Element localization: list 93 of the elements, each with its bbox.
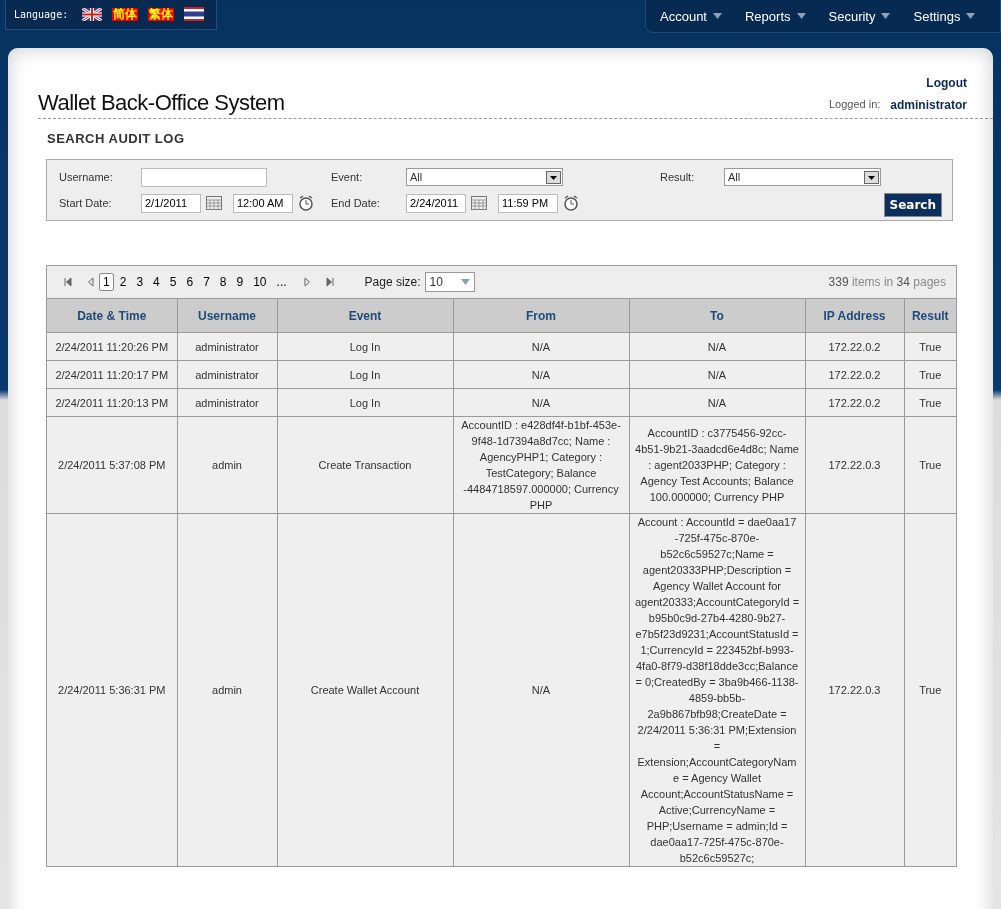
column-header[interactable]: Username	[177, 299, 277, 333]
table-cell: True	[904, 513, 956, 867]
page-link[interactable]: 5	[165, 273, 181, 291]
page-link[interactable]: ...	[272, 273, 291, 291]
table-cell: Create Wallet Account	[277, 513, 453, 867]
result-dropdown[interactable]: All	[724, 168, 881, 186]
column-header[interactable]: IP Address	[805, 299, 904, 333]
table-cell: 172.22.0.3	[805, 416, 904, 514]
nav-menu-item[interactable]: Security	[828, 8, 891, 24]
app-title: Wallet Back-Office System	[38, 90, 285, 116]
time-field[interactable]: 11:59 PM	[498, 193, 558, 213]
date-field[interactable]: 2/24/2011	[406, 193, 466, 213]
uk-flag-icon[interactable]	[82, 7, 103, 21]
previous-page-icon[interactable]	[87, 277, 95, 287]
time-field[interactable]: 12:00 AM	[233, 193, 293, 213]
page-link[interactable]: 2	[115, 273, 131, 291]
table-cell: N/A	[629, 332, 805, 361]
field-label: Start Date:	[59, 197, 113, 209]
column-header[interactable]: Event	[277, 299, 453, 333]
page-link[interactable]: 1	[99, 273, 114, 291]
table-cell: Log In	[277, 332, 453, 361]
table-cell: 2/24/2011 11:20:26 PM	[47, 332, 177, 361]
language-link[interactable]: 繁体	[148, 7, 175, 21]
calendar-icon[interactable]	[471, 196, 487, 210]
nav-menu-item[interactable]: Account	[660, 8, 722, 24]
table-cell: AccountID : c3775456-92cc-4b51-9b21-3aadcd6e4d8c; Name : agent2033PHP; Category : Agency Test Accounts; Balance 100.000000; Currency PHP	[629, 416, 805, 514]
pager-summary: 339 items in 34 pages	[828, 275, 946, 289]
caret-icon	[966, 13, 976, 19]
first-page-icon[interactable]	[63, 277, 73, 287]
column-header[interactable]: To	[629, 299, 805, 333]
next-page-icon[interactable]	[302, 277, 311, 287]
language-label: Language:	[14, 8, 69, 20]
table-cell: Account : AccountId = dae0aa17 -725f-475c-870e-b52c6c59527c;Name = agent20333PHP;Description = Agency Wallet Account for agent20333;AccountCategoryId = b95b0c9d-27b4-4280-9b27-e7b5f23d9231;AccountStatusId = 1;CurrencyId = 223452bf-b993-4fa0-8f79-d38f18dde3cc;Balance = 0;CreatedBy = 3ba9b466-1138-4859-bb5b-2a9b867bfb98;CreateDate = 2/24/2011 5:36:31 PM;Extension = Extension;AccountCategoryName = Agency Wallet Account;AccountStatusName = Active;CurrencyName = PHP;Username = admin;Id = dae0aa17-725f-475c-870e-b52c6c59527c;	[629, 513, 805, 867]
page-link[interactable]: 6	[182, 273, 198, 291]
table-cell: N/A	[453, 360, 629, 389]
logout-link[interactable]: Logout	[926, 76, 967, 90]
field-label: End Date:	[331, 197, 381, 209]
username-text: administrator	[890, 98, 967, 112]
caret-icon	[796, 13, 806, 19]
clock-icon[interactable]	[298, 195, 314, 211]
last-page-icon[interactable]	[324, 277, 335, 287]
column-header[interactable]: Result	[904, 299, 956, 333]
table-cell: N/A	[453, 513, 629, 867]
section-heading: SEARCH AUDIT LOG	[47, 131, 186, 146]
nav-menu-item[interactable]: Settings	[913, 8, 976, 24]
table-cell: administrator	[177, 360, 277, 389]
page-size-label: Page size:	[364, 275, 421, 289]
page-link[interactable]: 10	[249, 273, 271, 291]
date-field[interactable]: 2/1/2011	[141, 193, 201, 213]
column-header[interactable]: From	[453, 299, 629, 333]
table-cell: N/A	[629, 388, 805, 417]
thai-flag-icon[interactable]	[184, 7, 205, 21]
page-size-dropdown[interactable]: 10	[424, 272, 475, 292]
table-cell: 2/24/2011 5:37:08 PM	[47, 416, 177, 514]
calendar-icon[interactable]	[206, 196, 222, 210]
page-link[interactable]: 7	[199, 273, 214, 291]
nav-menu-item[interactable]: Reports	[745, 8, 806, 24]
caret-icon	[881, 13, 891, 19]
clock-icon[interactable]	[563, 195, 579, 211]
table-cell: admin	[177, 513, 277, 867]
table-cell: administrator	[177, 332, 277, 361]
table-cell: AccountID : e428df4f-b1bf-453e-9f48-1d7394a8d7cc; Name : AgencyPHP1; Category : TestCategory; Balance -4484718597.000000; Currency PHP	[453, 416, 629, 514]
table-cell: 172.22.0.3	[805, 513, 904, 867]
logged-in-label: Logged in:	[828, 98, 881, 112]
table-cell: 2/24/2011 5:36:31 PM	[47, 513, 177, 867]
field-label: Event:	[331, 171, 364, 183]
table-cell: administrator	[177, 388, 277, 417]
event-dropdown[interactable]: All	[406, 168, 563, 186]
page-link[interactable]: 9	[232, 273, 248, 291]
table-cell: admin	[177, 416, 277, 514]
table-cell: 2/24/2011 11:20:13 PM	[47, 388, 177, 417]
table-cell: Log In	[277, 388, 453, 417]
page-link[interactable]: 4	[149, 273, 164, 291]
table-cell: 172.22.0.2	[805, 388, 904, 417]
table-cell: 2/24/2011 11:20:17 PM	[47, 360, 177, 389]
table-cell: N/A	[453, 332, 629, 361]
table-cell: 172.22.0.2	[805, 332, 904, 361]
caret-icon	[713, 13, 722, 19]
table-cell: N/A	[453, 388, 629, 417]
field-label: Username:	[59, 171, 114, 183]
field-label: Result:	[660, 171, 696, 183]
language-link[interactable]: 简体	[112, 7, 139, 21]
search-button[interactable]: Search	[883, 192, 942, 217]
table-cell: Create Transaction	[277, 416, 453, 514]
caret-icon	[460, 279, 470, 285]
table-cell: Log In	[277, 360, 453, 389]
page-link[interactable]: 8	[215, 273, 231, 291]
username-field[interactable]	[141, 167, 267, 187]
table-cell: True	[904, 416, 956, 514]
column-header[interactable]: Date & Time	[47, 299, 177, 333]
page-link[interactable]: 3	[132, 273, 148, 291]
table-cell: N/A	[629, 360, 805, 389]
table-cell: 172.22.0.2	[805, 360, 904, 389]
